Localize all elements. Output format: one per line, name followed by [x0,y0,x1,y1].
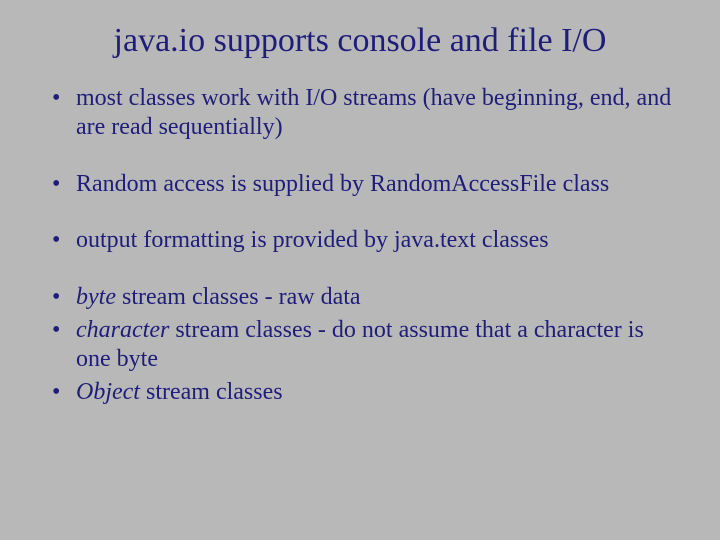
bullet-text: output formatting is provided by java.te… [76,227,549,253]
bullet-text: stream classes [140,379,283,405]
list-item: byte stream classes - raw data [48,283,680,312]
bullet-italic: byte [76,284,116,310]
bullet-text: stream classes - raw data [116,284,361,310]
list-item: output formatting is provided by java.te… [48,226,680,255]
bullet-list: most classes work with I/O streams (have… [40,84,680,406]
slide-title: java.io supports console and file I/O [40,22,680,60]
bullet-italic: character [76,317,169,343]
list-item: most classes work with I/O streams (have… [48,84,680,142]
bullet-text: Random access is supplied by RandomAcces… [76,171,609,197]
list-item: Random access is supplied by RandomAcces… [48,170,680,199]
list-item: character stream classes - do not assume… [48,316,680,374]
bullet-text: most classes work with I/O streams (have… [76,85,671,140]
list-item: Object stream classes [48,378,680,407]
bullet-italic: Object [76,379,140,405]
